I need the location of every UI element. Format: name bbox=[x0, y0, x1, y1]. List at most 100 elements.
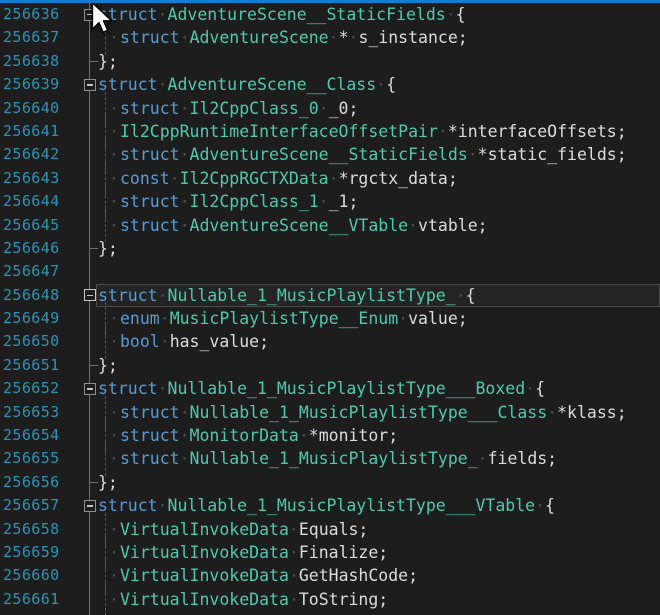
code-line[interactable]: 256653·struct·Nullable_1_MusicPlaylistTy… bbox=[0, 401, 660, 424]
whitespace-dot: · bbox=[180, 28, 190, 47]
code-text[interactable]: ·Il2CppRuntimeInterfaceOffsetPair·*inter… bbox=[98, 120, 627, 143]
code-text[interactable]: }; bbox=[98, 471, 118, 494]
line-number: 256646 bbox=[3, 237, 60, 260]
line-number: 256639 bbox=[3, 73, 60, 96]
token-type: Il2CppRuntimeInterfaceOffsetPair bbox=[120, 122, 438, 141]
code-text[interactable]: ·const·Il2CppRGCTXData·*rgctx_data; bbox=[98, 167, 458, 190]
whitespace-dot: · bbox=[398, 309, 408, 328]
code-line[interactable]: 256651}; bbox=[0, 354, 660, 377]
token-type: VirtualInvokeData bbox=[120, 520, 289, 539]
whitespace-dot: · bbox=[180, 449, 190, 468]
token-plain: *interfaceOffsets; bbox=[448, 122, 627, 141]
whitespace-dot: · bbox=[180, 403, 190, 422]
fold-collapse-icon[interactable] bbox=[84, 289, 96, 301]
whitespace-dot: · bbox=[329, 169, 339, 188]
code-text[interactable]: ·VirtualInvokeData·Equals; bbox=[98, 518, 368, 541]
token-plain: *klass; bbox=[557, 403, 627, 422]
code-line[interactable]: 256638}; bbox=[0, 50, 660, 73]
code-text[interactable]: ·struct·Nullable_1_MusicPlaylistType_·fi… bbox=[98, 447, 557, 470]
code-text[interactable]: ·bool·has_value; bbox=[98, 330, 269, 353]
code-text[interactable]: struct·AdventureScene__Class·{ bbox=[98, 73, 396, 96]
code-text[interactable]: }; bbox=[98, 237, 118, 260]
fold-collapse-icon[interactable] bbox=[84, 500, 96, 512]
code-line[interactable]: 256659 ·VirtualInvokeData·Finalize; bbox=[0, 541, 660, 564]
token-keyword: struct bbox=[120, 216, 180, 235]
line-number: 256644 bbox=[3, 190, 60, 213]
code-line[interactable]: 256641·Il2CppRuntimeInterfaceOffsetPair·… bbox=[0, 120, 660, 143]
token-type: Nullable_1_MusicPlaylistType___Class bbox=[190, 403, 548, 422]
code-text[interactable]: ·struct·Il2CppClass_0·_0; bbox=[98, 97, 358, 120]
token-plain: fields; bbox=[488, 449, 558, 468]
indent-guide: · bbox=[98, 97, 120, 120]
code-line[interactable]: 256655·struct·Nullable_1_MusicPlaylistTy… bbox=[0, 447, 660, 470]
code-line[interactable]: 256662}; bbox=[0, 611, 660, 615]
token-type: Nullable_1_MusicPlaylistType___Boxed bbox=[168, 379, 526, 398]
indent-guide: · bbox=[98, 330, 120, 353]
fold-end-marker bbox=[89, 365, 98, 366]
code-line[interactable]: 256654 ·struct·MonitorData·*monitor; bbox=[0, 424, 660, 447]
token-type: AdventureScene bbox=[190, 28, 329, 47]
fold-end-marker bbox=[89, 61, 98, 62]
mouse-cursor-icon bbox=[91, 2, 113, 36]
token-type: VirtualInvokeData bbox=[120, 590, 289, 609]
indent-guide: · bbox=[98, 190, 120, 213]
code-text[interactable]: ·VirtualInvokeData·Finalize; bbox=[98, 541, 388, 564]
code-line[interactable]: 256650·bool·has_value; bbox=[0, 330, 660, 353]
code-line[interactable]: 256649 ·enum·MusicPlaylistType__Enum·valu… bbox=[0, 307, 660, 330]
line-number: 256636 bbox=[3, 3, 60, 26]
code-text[interactable]: ·struct·AdventureScene__VTable·vtable; bbox=[98, 214, 488, 237]
token-keyword: struct bbox=[120, 449, 180, 468]
code-text[interactable]: }; bbox=[98, 354, 118, 377]
token-plain: { bbox=[456, 5, 466, 24]
code-line[interactable]: 256647 bbox=[0, 260, 660, 283]
line-number: 256657 bbox=[3, 494, 60, 517]
code-line[interactable]: 256642·struct·AdventureScene__StaticFiel… bbox=[0, 143, 660, 166]
line-number: 256654 bbox=[3, 424, 60, 447]
code-line[interactable]: 256640·struct·Il2CppClass_0·_0; bbox=[0, 97, 660, 120]
line-number: 256649 bbox=[3, 307, 60, 330]
code-line[interactable]: 256656}; bbox=[0, 471, 660, 494]
code-line[interactable]: 256661·VirtualInvokeData·ToString; bbox=[0, 588, 660, 611]
code-line[interactable]: 256660 ·VirtualInvokeData·GetHashCode; bbox=[0, 564, 660, 587]
whitespace-dot: · bbox=[408, 216, 418, 235]
token-plain: Finalize; bbox=[299, 543, 388, 562]
line-number: 256659 bbox=[3, 541, 60, 564]
code-text[interactable]: }; bbox=[98, 611, 118, 615]
code-line[interactable]: 256646}; bbox=[0, 237, 660, 260]
line-number: 256637 bbox=[3, 26, 60, 49]
code-text[interactable]: ·struct·AdventureScene__StaticFields·*st… bbox=[98, 143, 627, 166]
code-line[interactable]: 256652struct·Nullable_1_MusicPlaylistTyp… bbox=[0, 377, 660, 400]
code-line[interactable]: 256657 struct·Nullable_1_MusicPlaylistTyp… bbox=[0, 494, 660, 517]
line-number: 256660 bbox=[3, 564, 60, 587]
code-line[interactable]: 256644 ·struct·Il2CppClass_1·_1; bbox=[0, 190, 660, 213]
code-text[interactable]: ·struct·Il2CppClass_1·_1; bbox=[98, 190, 358, 213]
code-text[interactable]: struct·Nullable_1_MusicPlaylistType_·{ bbox=[98, 284, 476, 307]
whitespace-dot: · bbox=[180, 192, 190, 211]
code-line[interactable]: 256639 struct·AdventureScene__Class·{ bbox=[0, 73, 660, 96]
code-line[interactable]: 256643·const·Il2CppRGCTXData·*rgctx_data… bbox=[0, 167, 660, 190]
code-text[interactable]: ·struct·Nullable_1_MusicPlaylistType___C… bbox=[98, 401, 627, 424]
code-text[interactable]: struct·Nullable_1_MusicPlaylistType___VT… bbox=[98, 494, 555, 517]
code-line[interactable]: 256658·VirtualInvokeData·Equals; bbox=[0, 518, 660, 541]
indent-guide: · bbox=[98, 424, 120, 447]
code-area[interactable]: 256636 struct·AdventureScene__StaticField… bbox=[0, 3, 660, 615]
code-text[interactable]: ·enum·MusicPlaylistType__Enum·value; bbox=[98, 307, 468, 330]
code-text[interactable]: ·struct·MonitorData·*monitor; bbox=[98, 424, 398, 447]
code-text[interactable]: struct·Nullable_1_MusicPlaylistType___Bo… bbox=[98, 377, 545, 400]
code-text[interactable]: ·VirtualInvokeData·ToString; bbox=[98, 588, 388, 611]
indent-guide: · bbox=[98, 167, 120, 190]
token-keyword: struct bbox=[120, 28, 180, 47]
code-text[interactable]: struct·AdventureScene__StaticFields·{ bbox=[98, 3, 466, 26]
token-plain: ToString; bbox=[299, 590, 388, 609]
token-plain: s_instance; bbox=[358, 28, 467, 47]
code-line[interactable]: 256648struct·Nullable_1_MusicPlaylistTyp… bbox=[0, 284, 660, 307]
code-text[interactable]: ·VirtualInvokeData·GetHashCode; bbox=[98, 564, 418, 587]
fold-collapse-icon[interactable] bbox=[84, 79, 96, 91]
code-line[interactable]: 256645·struct·AdventureScene__VTable·vta… bbox=[0, 214, 660, 237]
code-text[interactable]: }; bbox=[98, 50, 118, 73]
indent-guide: · bbox=[98, 214, 120, 237]
code-text[interactable]: ·struct·AdventureScene·*·s_instance; bbox=[98, 26, 468, 49]
whitespace-dot: · bbox=[158, 286, 168, 305]
token-keyword: struct bbox=[120, 403, 180, 422]
fold-collapse-icon[interactable] bbox=[84, 383, 96, 395]
